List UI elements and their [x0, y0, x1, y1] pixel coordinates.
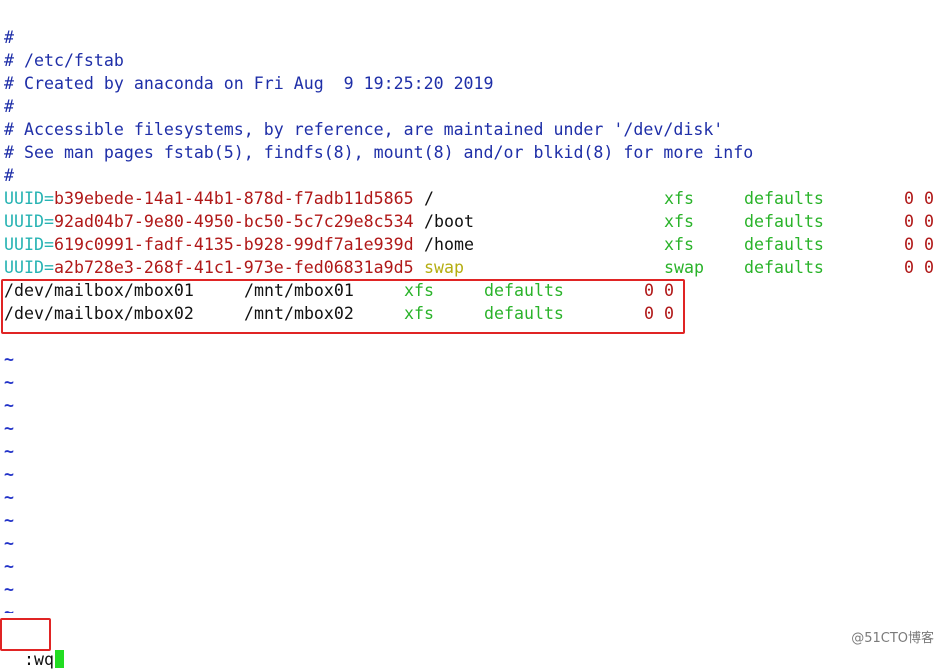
empty-line-tilde: ~: [4, 442, 14, 461]
uuid-value: b39ebede-14a1-44b1-878d-f7adb11d5865: [53, 189, 414, 208]
dump-field: 0: [904, 235, 914, 254]
comment-line: # Created by anaconda on Fri Aug 9 19:25…: [4, 74, 494, 93]
dump-field: 0: [904, 258, 914, 277]
dump-field: 0: [904, 189, 914, 208]
mount-point: swap: [424, 258, 464, 277]
dump-field: 0: [904, 212, 914, 231]
comment-line: # /etc/fstab: [4, 51, 124, 70]
text-cursor: [54, 650, 64, 668]
pass-field: 0: [924, 189, 934, 208]
pass-field: 0: [924, 258, 934, 277]
comment-line: #: [4, 97, 14, 116]
mount-options: defaults: [744, 258, 824, 277]
fstab-uuid-entry: UUID=92ad04b7-9e80-4950-bc50-5c7c29e8c53…: [4, 210, 940, 233]
equals-sign: =: [43, 258, 54, 277]
uuid-keyword: UUID: [4, 212, 44, 231]
mailbox-entries-highlight: [1, 279, 685, 334]
mount-options: defaults: [744, 235, 824, 254]
comment-line: # See man pages fstab(5), findfs(8), mou…: [4, 143, 754, 162]
empty-line-tilde: ~: [4, 419, 14, 438]
fstab-uuid-entry: UUID=a2b728e3-268f-41c1-973e-fed06831a9d…: [4, 256, 940, 279]
mount-point: /boot: [424, 212, 474, 231]
empty-line-tilde: ~: [4, 488, 14, 507]
empty-line-tilde: ~: [4, 580, 14, 599]
pass-field: 0: [924, 235, 934, 254]
mount-point: /home: [424, 235, 474, 254]
fstab-uuid-entry: UUID=b39ebede-14a1-44b1-878d-f7adb11d586…: [4, 187, 940, 210]
empty-line-tilde: ~: [4, 557, 14, 576]
empty-line-tilde: ~: [4, 603, 14, 613]
empty-line-tilde: ~: [4, 396, 14, 415]
uuid-value: 619c0991-fadf-4135-b928-99df7a1e939d: [53, 235, 414, 254]
mount-options: defaults: [744, 212, 824, 231]
fs-type: xfs: [664, 212, 694, 231]
empty-line-tilde: ~: [4, 465, 14, 484]
comment-line: #: [4, 166, 14, 185]
fs-type: xfs: [664, 189, 694, 208]
command-text: :wq: [23, 650, 54, 669]
empty-line-tilde: ~: [4, 534, 14, 553]
empty-line-tilde: ~: [4, 373, 14, 392]
fs-type: xfs: [664, 235, 694, 254]
uuid-value: 92ad04b7-9e80-4950-bc50-5c7c29e8c534: [53, 212, 414, 231]
uuid-keyword: UUID: [4, 189, 44, 208]
equals-sign: =: [43, 189, 54, 208]
uuid-keyword: UUID: [4, 235, 44, 254]
watermark-text: @51CTO博客: [851, 631, 934, 646]
equals-sign: =: [43, 212, 54, 231]
empty-line-tilde: ~: [4, 350, 14, 369]
comment-line: # Accessible filesystems, by reference, …: [4, 120, 724, 139]
mount-options: defaults: [744, 189, 824, 208]
uuid-keyword: UUID: [4, 258, 44, 277]
fstab-uuid-entry: UUID=619c0991-fadf-4135-b928-99df7a1e939…: [4, 233, 940, 256]
mount-point: /: [424, 189, 434, 208]
empty-line-tilde: ~: [4, 511, 14, 530]
equals-sign: =: [43, 235, 54, 254]
command-highlight: [0, 618, 51, 651]
uuid-value: a2b728e3-268f-41c1-973e-fed06831a9d5: [53, 258, 414, 277]
pass-field: 0: [924, 212, 934, 231]
fs-type: swap: [664, 258, 704, 277]
comment-line: #: [4, 28, 14, 47]
